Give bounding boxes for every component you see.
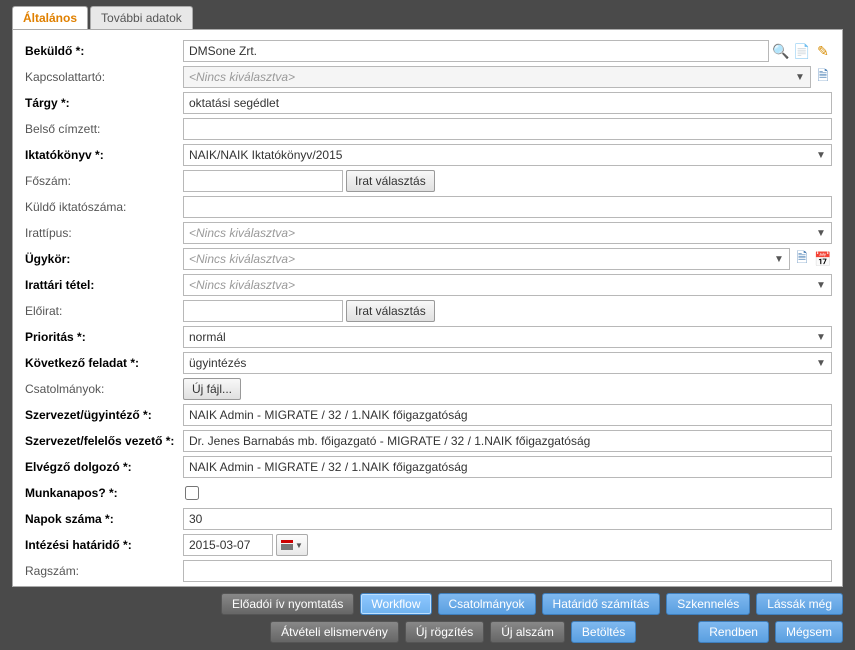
label-ugykor: Ügykör: bbox=[23, 252, 183, 266]
chevron-down-icon: ▼ bbox=[813, 150, 829, 161]
szervezet-felelos-input[interactable] bbox=[183, 430, 832, 452]
betoltes-button[interactable]: Betöltés bbox=[571, 621, 636, 643]
eloadoi-iv-button[interactable]: Előadói ív nyomtatás bbox=[221, 593, 354, 615]
prioritas-value: normál bbox=[189, 330, 226, 344]
szervezet-ugyintezo-input[interactable] bbox=[183, 404, 832, 426]
clear-icon[interactable]: 📄 bbox=[793, 42, 811, 60]
chevron-down-icon: ▼ bbox=[813, 358, 829, 369]
form-panel: Beküldő *: 🔍 📄 ✎ Kapcsolattartó: <Nincs … bbox=[12, 29, 843, 587]
label-belso-cimzett: Belső címzett: bbox=[23, 122, 183, 136]
label-kapcsolattarto: Kapcsolattartó: bbox=[23, 70, 183, 84]
label-szervezet-felelos: Szervezet/felelős vezető *: bbox=[23, 434, 183, 448]
chevron-down-icon: ▼ bbox=[295, 541, 303, 550]
intezesi-hatarido-input[interactable] bbox=[183, 534, 273, 556]
label-foszam: Főszám: bbox=[23, 174, 183, 188]
search-icon[interactable]: 🔍 bbox=[772, 42, 790, 60]
irat-valasztas-button-2[interactable]: Irat választás bbox=[346, 300, 435, 322]
label-prioritas: Prioritás *: bbox=[23, 330, 183, 344]
chevron-down-icon: ▼ bbox=[813, 332, 829, 343]
hatarido-szamitas-button[interactable]: Határidő számítás bbox=[542, 593, 661, 615]
tab-bar: Általános További adatok bbox=[0, 0, 855, 29]
label-elvegzo-dolgozo: Elvégző dolgozó *: bbox=[23, 460, 183, 474]
chevron-down-icon: ▼ bbox=[813, 280, 829, 291]
label-kuldo-iktatoszama: Küldő iktatószáma: bbox=[23, 200, 183, 214]
document-icon[interactable]: 🗎 bbox=[793, 250, 811, 268]
uj-alszam-button[interactable]: Új alszám bbox=[490, 621, 565, 643]
irattari-tetel-select[interactable]: <Nincs kiválasztva> ▼ bbox=[183, 274, 832, 296]
label-csatolmanyok: Csatolmányok: bbox=[23, 382, 183, 396]
uj-fajl-button[interactable]: Új fájl... bbox=[183, 378, 241, 400]
elvegzo-dolgozo-input[interactable] bbox=[183, 456, 832, 478]
uj-rogzites-button[interactable]: Új rögzítés bbox=[405, 621, 484, 643]
napok-szama-input[interactable] bbox=[183, 508, 832, 530]
irattipus-placeholder: <Nincs kiválasztva> bbox=[189, 226, 295, 240]
irat-valasztas-button-1[interactable]: Irat választás bbox=[346, 170, 435, 192]
button-bar: Előadói ív nyomtatás Workflow Csatolmány… bbox=[0, 587, 855, 643]
label-eloirat: Előirat: bbox=[23, 304, 183, 318]
tab-general[interactable]: Általános bbox=[12, 6, 88, 29]
irattipus-select[interactable]: <Nincs kiválasztva> ▼ bbox=[183, 222, 832, 244]
kovetkezo-feladat-value: ügyintézés bbox=[189, 356, 246, 370]
kuldo-iktatoszama-input[interactable] bbox=[183, 196, 832, 218]
ugykor-placeholder: <Nincs kiválasztva> bbox=[189, 252, 295, 266]
munkanapos-checkbox[interactable] bbox=[185, 486, 199, 500]
atveteli-button[interactable]: Átvételi elismervény bbox=[270, 621, 399, 643]
calendar-icon[interactable]: 📅 bbox=[814, 250, 832, 268]
kovetkezo-feladat-select[interactable]: ügyintézés ▼ bbox=[183, 352, 832, 374]
workflow-button[interactable]: Workflow bbox=[360, 593, 431, 615]
label-iktatokonyv: Iktatókönyv *: bbox=[23, 148, 183, 162]
lassak-meg-button[interactable]: Lássák még bbox=[756, 593, 843, 615]
chevron-down-icon: ▼ bbox=[813, 228, 829, 239]
szkenneles-button[interactable]: Szkennelés bbox=[666, 593, 750, 615]
label-szervezet-ugyintezo: Szervezet/ügyintéző *: bbox=[23, 408, 183, 422]
label-targy: Tárgy *: bbox=[23, 96, 183, 110]
kapcsolattarto-placeholder: <Nincs kiválasztva> bbox=[189, 70, 295, 84]
csatolmanyok-button[interactable]: Csatolmányok bbox=[438, 593, 536, 615]
edit-icon[interactable]: ✎ bbox=[814, 42, 832, 60]
label-intezesi-hatarido: Intézési határidő *: bbox=[23, 538, 183, 552]
label-munkanapos: Munkanapos? *: bbox=[23, 486, 183, 500]
tab-additional[interactable]: További adatok bbox=[90, 6, 193, 29]
label-irattipus: Irattípus: bbox=[23, 226, 183, 240]
eloirat-input[interactable] bbox=[183, 300, 343, 322]
document-icon[interactable]: 🗎 bbox=[814, 68, 832, 86]
targy-input[interactable] bbox=[183, 92, 832, 114]
label-napok-szama: Napok száma *: bbox=[23, 512, 183, 526]
iktatokonyv-select[interactable]: NAIK/NAIK Iktatókönyv/2015 ▼ bbox=[183, 144, 832, 166]
label-kovetkezo-feladat: Következő feladat *: bbox=[23, 356, 183, 370]
ragszam-input[interactable] bbox=[183, 560, 832, 582]
chevron-down-icon: ▼ bbox=[771, 254, 787, 265]
label-bekuldo: Beküldő *: bbox=[23, 44, 183, 58]
bekuldo-input[interactable] bbox=[183, 40, 769, 62]
prioritas-select[interactable]: normál ▼ bbox=[183, 326, 832, 348]
chevron-down-icon: ▼ bbox=[792, 72, 808, 83]
calendar-grid-icon bbox=[281, 540, 293, 550]
kapcsolattarto-select[interactable]: <Nincs kiválasztva> ▼ bbox=[183, 66, 811, 88]
label-ragszam: Ragszám: bbox=[23, 564, 183, 578]
label-irattari-tetel: Irattári tétel: bbox=[23, 278, 183, 292]
date-picker-button[interactable]: ▼ bbox=[276, 534, 308, 556]
ugykor-select[interactable]: <Nincs kiválasztva> ▼ bbox=[183, 248, 790, 270]
irattari-tetel-placeholder: <Nincs kiválasztva> bbox=[189, 278, 295, 292]
foszam-input[interactable] bbox=[183, 170, 343, 192]
iktatokonyv-value: NAIK/NAIK Iktatókönyv/2015 bbox=[189, 148, 342, 162]
belso-cimzett-input[interactable] bbox=[183, 118, 832, 140]
rendben-button[interactable]: Rendben bbox=[698, 621, 769, 643]
megsem-button[interactable]: Mégsem bbox=[775, 621, 843, 643]
